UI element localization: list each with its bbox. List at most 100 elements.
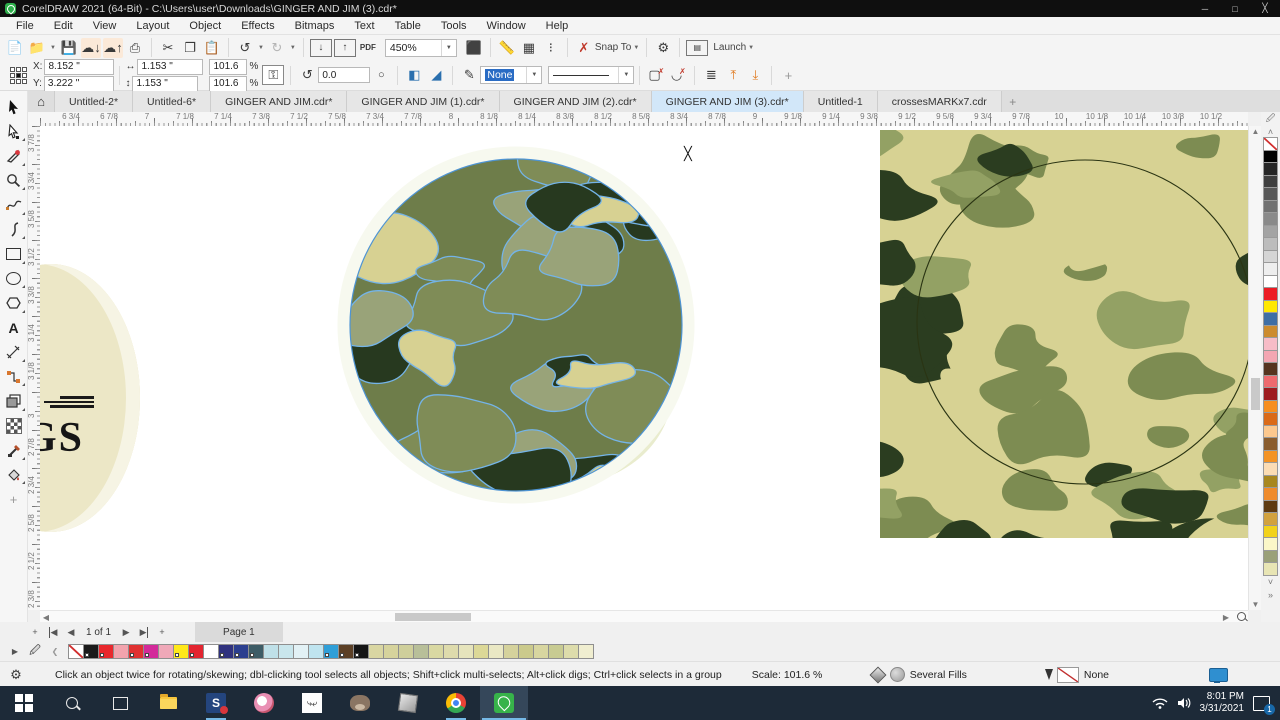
taskbar-file-explorer[interactable] — [144, 686, 192, 720]
document-swatch[interactable] — [83, 644, 99, 659]
menu-object[interactable]: Object — [179, 17, 231, 35]
next-page-button[interactable]: ▶ — [117, 624, 135, 640]
options-gear-icon[interactable]: ⚙ — [653, 38, 673, 58]
cloud-upload-button[interactable]: ☁↑ — [102, 37, 123, 58]
menu-window[interactable]: Window — [477, 17, 536, 35]
palette-swatch[interactable] — [1263, 324, 1278, 338]
snap-to-label[interactable]: Snap To — [595, 42, 632, 53]
save-button[interactable]: 💾 — [59, 38, 79, 58]
palette-swatch[interactable] — [1263, 399, 1278, 413]
zoom-corner-icon[interactable] — [1237, 612, 1246, 621]
menu-bitmaps[interactable]: Bitmaps — [285, 17, 345, 35]
to-front-button[interactable]: ⤒ — [723, 65, 743, 85]
taskbar-pattern-app[interactable]: ⤷⤶ — [288, 686, 336, 720]
menu-edit[interactable]: Edit — [44, 17, 83, 35]
document-tab[interactable]: Untitled-1 — [803, 91, 878, 112]
document-swatch[interactable] — [473, 644, 489, 659]
camo-circle-design[interactable] — [330, 133, 710, 508]
outline-color-swatch[interactable] — [1056, 666, 1079, 683]
publish-pdf-button[interactable]: PDF — [358, 38, 378, 58]
last-page-button[interactable]: ▶ — [135, 624, 153, 640]
launch-caret-icon[interactable]: ▼ — [748, 45, 754, 51]
document-tab[interactable]: crossesMARKx7.cdr — [877, 91, 1002, 112]
scroll-left-icon[interactable]: ◀ — [40, 613, 52, 622]
cut-button[interactable]: ✂ — [158, 38, 178, 58]
fullscreen-preview-button[interactable]: ⬛ — [464, 38, 484, 58]
scroll-right-icon[interactable]: ▶ — [1220, 613, 1232, 622]
connector-tool[interactable] — [1, 365, 27, 390]
redo-button[interactable]: ↻ — [267, 38, 287, 58]
document-swatch[interactable] — [98, 644, 114, 659]
remove-perspective-button[interactable]: ▢ ✗ — [646, 65, 666, 85]
palette-expand-icon[interactable]: » — [1268, 589, 1273, 602]
page-tab[interactable]: Page 1 — [195, 622, 283, 642]
document-swatch[interactable] — [158, 644, 174, 659]
palette-swatch[interactable] — [1263, 537, 1278, 551]
minimize-button[interactable]: ─ — [1190, 0, 1220, 17]
palette-swatch[interactable] — [1263, 362, 1278, 376]
document-swatch[interactable] — [293, 644, 309, 659]
palette-swatch[interactable] — [1263, 162, 1278, 176]
first-page-button[interactable]: ◀ — [44, 624, 62, 640]
palette-swatch[interactable] — [1263, 224, 1278, 238]
freehand-tool[interactable] — [1, 193, 27, 218]
no-color-swatch[interactable] — [1263, 137, 1278, 151]
close-button[interactable]: ╳ — [1250, 0, 1280, 17]
dimension-tool[interactable] — [1, 340, 27, 365]
palette-swatch[interactable] — [1263, 212, 1278, 226]
rotation-angle-field[interactable] — [318, 67, 371, 83]
taskbar-gimp[interactable] — [336, 686, 384, 720]
document-swatch[interactable] — [563, 644, 579, 659]
status-gear-icon[interactable]: ⚙ — [6, 665, 26, 685]
text-wrap-button[interactable]: ≣ — [701, 65, 721, 85]
palette-swatch[interactable] — [1263, 374, 1278, 388]
taskbar-chrome[interactable] — [432, 686, 480, 720]
document-swatch[interactable] — [323, 644, 339, 659]
palette-flyout-icon[interactable]: ▶ — [6, 644, 24, 660]
document-swatch[interactable] — [383, 644, 399, 659]
taskbar-coreldraw[interactable] — [480, 686, 528, 720]
zoom-level-combo[interactable]: 450% ▼ — [384, 38, 457, 57]
remove-envelope-button[interactable]: ◡ ✗ — [668, 65, 688, 85]
object-position-grid-icon[interactable] — [10, 66, 27, 84]
zoom-tool[interactable] — [1, 169, 27, 194]
palette-swatch[interactable] — [1263, 562, 1278, 576]
document-swatch[interactable] — [218, 644, 234, 659]
text-tool[interactable]: A — [1, 316, 27, 341]
taskbar-paint-app[interactable] — [240, 686, 288, 720]
palette-swatch[interactable] — [1263, 499, 1278, 513]
palette-swatch[interactable] — [1263, 349, 1278, 363]
customize-plus-button[interactable]: + — [778, 65, 798, 85]
palette-swatch[interactable] — [1263, 249, 1278, 263]
outline-width-caret-icon[interactable]: ▼ — [526, 67, 541, 83]
fill-color-swatch[interactable] — [889, 667, 905, 682]
snap-off-icon[interactable]: ✗ — [574, 38, 594, 58]
document-swatch[interactable] — [143, 644, 159, 659]
menu-text[interactable]: Text — [344, 17, 384, 35]
taskbar-search[interactable] — [48, 686, 96, 720]
document-swatch[interactable] — [203, 644, 219, 659]
vertical-scroll-thumb[interactable] — [1251, 378, 1260, 410]
document-swatch[interactable] — [128, 644, 144, 659]
palette-swatch[interactable] — [1263, 512, 1278, 526]
pen-tool[interactable] — [1, 218, 27, 243]
palette-swatch[interactable] — [1263, 437, 1278, 451]
palette-swatch[interactable] — [1263, 412, 1278, 426]
mirror-horizontal-button[interactable]: ◧ — [404, 65, 424, 85]
document-swatch[interactable] — [353, 644, 369, 659]
new-document-button[interactable]: 📄 — [5, 38, 25, 58]
home-tab-icon[interactable]: ⌂ — [28, 91, 55, 112]
palette-swatch[interactable] — [1263, 274, 1278, 288]
drawing-canvas[interactable]: GS ╳ — [40, 126, 1248, 610]
document-swatch[interactable] — [458, 644, 474, 659]
import-button[interactable]: ↓ — [309, 38, 332, 57]
palette-swatch[interactable] — [1263, 237, 1278, 251]
menu-table[interactable]: Table — [385, 17, 431, 35]
palette-swatch[interactable] — [1263, 262, 1278, 276]
zoom-caret-icon[interactable]: ▼ — [440, 39, 456, 56]
print-button[interactable]: ⎙ — [125, 38, 145, 58]
to-back-button[interactable]: ⤓ — [745, 65, 765, 85]
paste-button[interactable]: 📋 — [202, 38, 222, 58]
taskbar-start[interactable] — [0, 686, 48, 720]
add-page-button-2[interactable]: + — [153, 624, 171, 640]
